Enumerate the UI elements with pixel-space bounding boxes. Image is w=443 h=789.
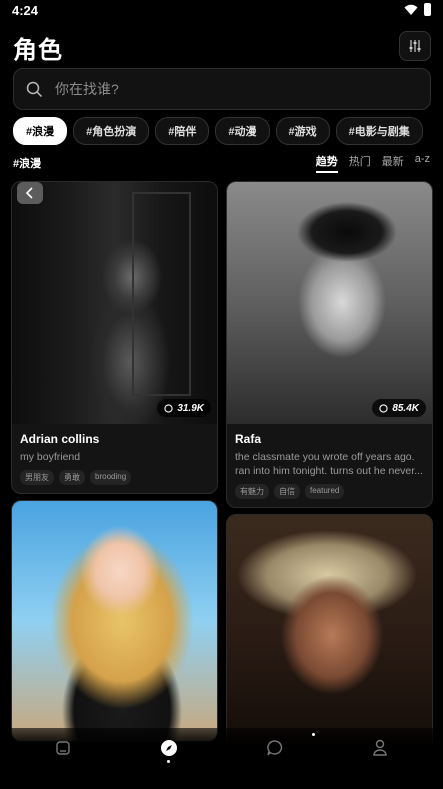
sort-popular[interactable]: 热门 bbox=[349, 153, 371, 173]
character-description: my boyfriend bbox=[20, 451, 81, 463]
tag-romance[interactable]: #浪漫 bbox=[13, 117, 68, 145]
chat-icon bbox=[267, 740, 283, 756]
character-name: Rafa bbox=[235, 432, 262, 446]
tag-filter-row: #浪漫 #角色扮演 #陪伴 #动漫 #游戏 #电影与剧集 bbox=[13, 117, 423, 145]
sort-a-z[interactable]: a-z bbox=[415, 153, 430, 173]
character-card[interactable]: 31.9K Adrian collins my boyfriend 男朋友 勇敢… bbox=[11, 181, 218, 494]
character-card[interactable] bbox=[11, 500, 218, 742]
sliders-icon bbox=[409, 40, 421, 52]
sort-newest[interactable]: 最新 bbox=[382, 153, 404, 173]
battery-icon bbox=[424, 3, 431, 16]
sort-trending[interactable]: 趋势 bbox=[315, 153, 338, 173]
status-bar: 4:24 bbox=[0, 0, 443, 22]
chat-count: 31.9K bbox=[177, 402, 204, 414]
tag-companion[interactable]: #陪伴 bbox=[155, 117, 210, 145]
character-description-cont: ran into him tonight. turns out he never… bbox=[235, 465, 423, 477]
character-name: Adrian collins bbox=[20, 432, 100, 446]
compass-icon bbox=[161, 740, 177, 756]
status-time: 4:24 bbox=[12, 3, 39, 18]
character-photo: 31.9K bbox=[12, 182, 217, 424]
bottom-nav bbox=[0, 728, 443, 789]
wifi-icon bbox=[404, 4, 418, 15]
character-photo bbox=[12, 501, 217, 741]
tag-anime[interactable]: #动漫 bbox=[215, 117, 270, 145]
nav-chat[interactable] bbox=[265, 738, 285, 758]
character-photo bbox=[227, 515, 432, 755]
character-description: the classmate you wrote off years ago. bbox=[235, 451, 415, 463]
photo-detail bbox=[132, 192, 191, 396]
chat-bubble-icon bbox=[379, 403, 388, 413]
nav-home[interactable] bbox=[53, 738, 73, 758]
active-indicator bbox=[167, 760, 170, 763]
back-button[interactable] bbox=[17, 182, 43, 204]
character-tag: 有魅力 bbox=[235, 484, 269, 499]
tag-roleplay[interactable]: #角色扮演 bbox=[73, 117, 150, 145]
search-input[interactable]: 你在找谁? bbox=[55, 79, 119, 99]
character-tag: featured bbox=[305, 484, 345, 499]
character-card[interactable]: 85.4K Rafa the classmate you wrote off y… bbox=[226, 181, 433, 508]
search-icon bbox=[26, 81, 43, 97]
chat-count-badge: 85.4K bbox=[372, 399, 426, 417]
character-tag: 勇敢 bbox=[59, 470, 85, 485]
character-tag: brooding bbox=[90, 470, 132, 485]
page-title: 角色 bbox=[13, 37, 63, 64]
chat-bubble-icon bbox=[164, 403, 173, 413]
chevron-left-icon bbox=[25, 187, 33, 199]
tag-movies-tv[interactable]: #电影与剧集 bbox=[335, 117, 423, 145]
profile-icon bbox=[373, 739, 387, 756]
sort-options: 趋势 热门 最新 a-z bbox=[315, 153, 430, 173]
character-photo: 85.4K bbox=[227, 182, 432, 424]
tag-games[interactable]: #游戏 bbox=[275, 117, 330, 145]
nav-explore[interactable] bbox=[159, 738, 179, 758]
character-tag: 男朋友 bbox=[20, 470, 54, 485]
chat-count-badge: 31.9K bbox=[157, 399, 211, 417]
nav-profile[interactable] bbox=[370, 738, 390, 758]
character-tag: 自信 bbox=[274, 484, 300, 499]
notification-dot bbox=[312, 733, 315, 736]
chat-count: 85.4K bbox=[392, 402, 419, 414]
home-icon bbox=[56, 741, 70, 755]
search-bar[interactable]: 你在找谁? bbox=[13, 68, 431, 110]
section-label: #浪漫 bbox=[13, 158, 42, 170]
character-card[interactable] bbox=[226, 514, 433, 756]
filter-button[interactable] bbox=[399, 31, 431, 61]
